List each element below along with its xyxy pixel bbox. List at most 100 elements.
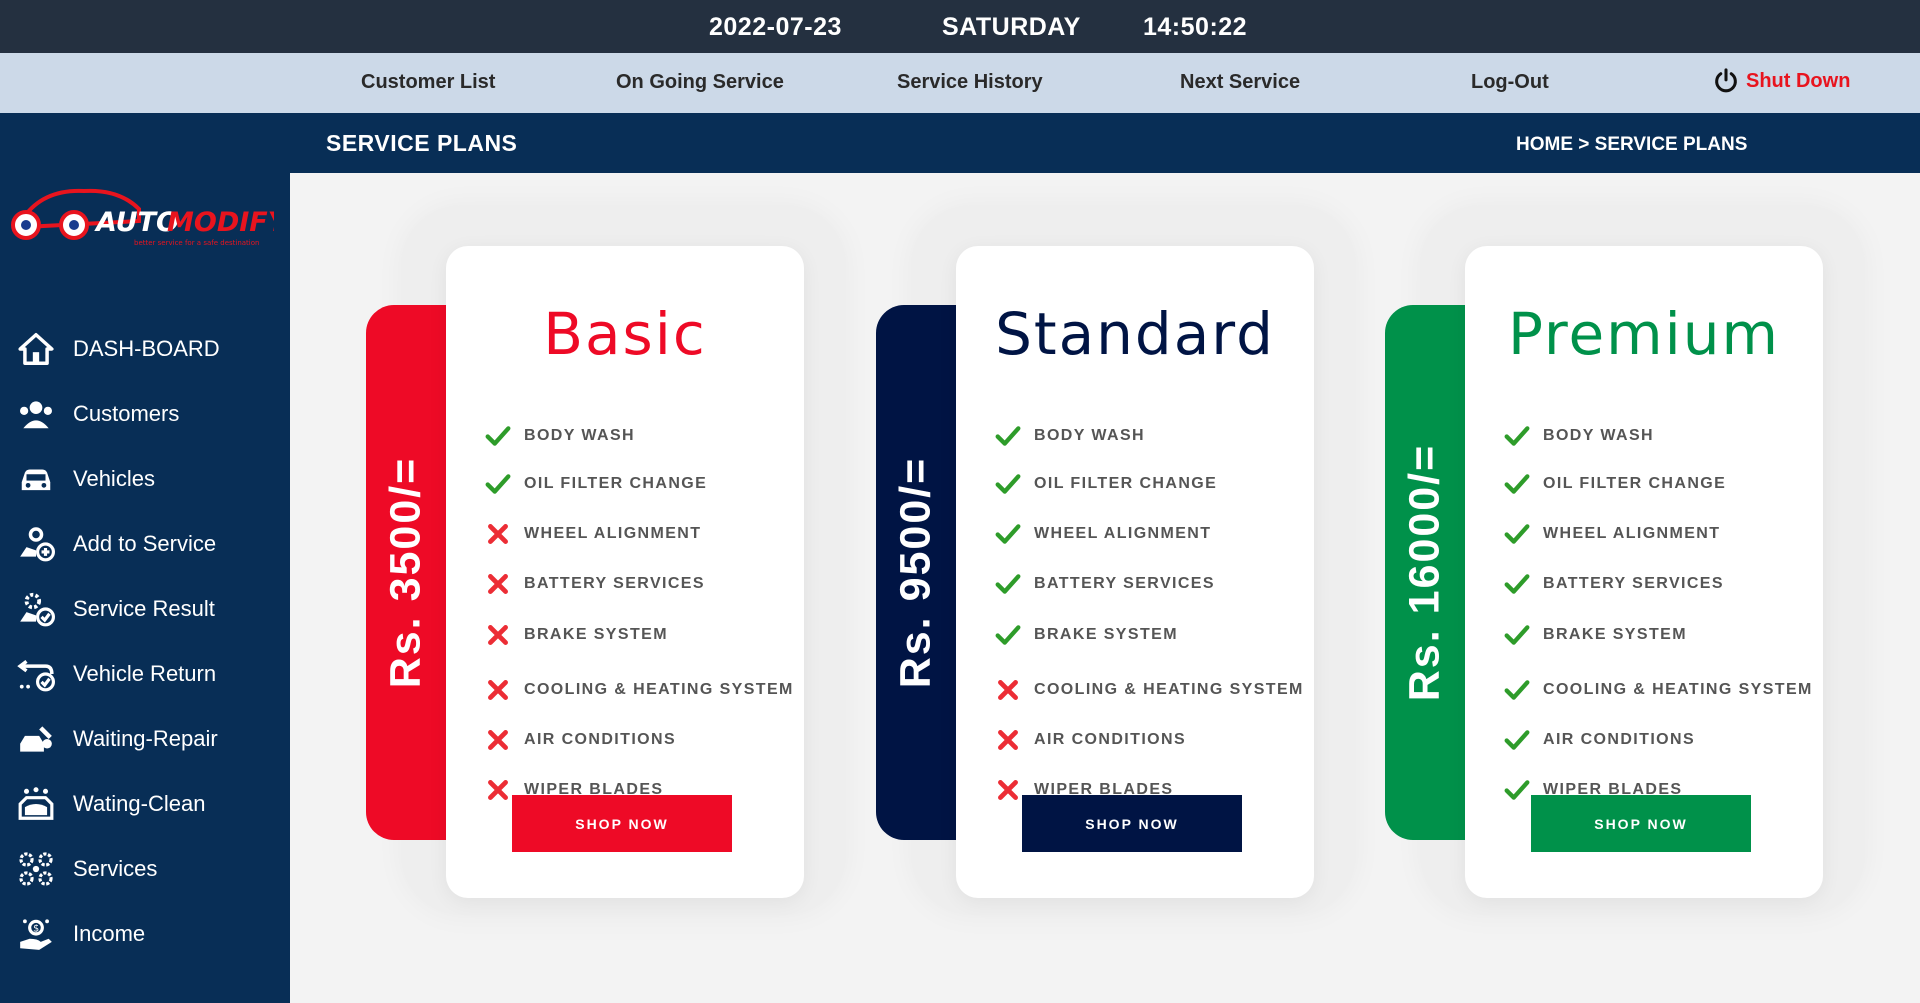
check-icon — [1503, 470, 1531, 498]
sidebar-item-wating-clean[interactable]: Wating-Clean — [16, 782, 205, 826]
plan-price: Rs. 16000/= — [1385, 305, 1465, 840]
check-icon — [994, 520, 1022, 548]
logo-text-modify: MODIFY — [167, 207, 274, 238]
shutdown-label: Shut Down — [1746, 69, 1851, 92]
feature-item: WHEEL ALIGNMENT — [484, 520, 701, 548]
check-icon — [1503, 570, 1531, 598]
feature-label: WHEEL ALIGNMENT — [1543, 525, 1721, 542]
service-result-icon — [16, 589, 56, 629]
plan-name: Standard — [995, 300, 1275, 368]
feature-label: WHEEL ALIGNMENT — [1034, 525, 1212, 542]
sidebar-item-services[interactable]: Services — [16, 847, 157, 891]
sidebar-item-waiting-repair[interactable]: Waiting-Repair — [16, 717, 218, 761]
feature-label: AIR CONDITIONS — [1034, 731, 1187, 748]
plan-price-label: Rs. 16000/= — [1400, 443, 1449, 702]
feature-item: BRAKE SYSTEM — [484, 621, 668, 649]
automodify-logo: AUTO MODIFY better service for a safe de… — [4, 179, 290, 259]
current-time: 14:50:22 — [1143, 13, 1248, 41]
logo-tagline: better service for a safe destination — [134, 239, 259, 247]
feature-label: BODY WASH — [524, 427, 635, 444]
plan-name: Basic — [543, 300, 707, 368]
nav-logout[interactable]: Log-Out — [1471, 71, 1549, 94]
sidebar-item-label: Customers — [73, 401, 180, 426]
nav-next-service[interactable]: Next Service — [1180, 71, 1300, 94]
plan-standard: Rs. 9500/= Standard BODY WASH OIL FILTER CH… — [876, 205, 1356, 915]
feature-item: BRAKE SYSTEM — [994, 621, 1178, 649]
shutdown-button[interactable]: Shut Down — [1712, 67, 1850, 95]
feature-label: BRAKE SYSTEM — [1034, 626, 1178, 643]
feature-item: OIL FILTER CHANGE — [484, 470, 707, 498]
home-icon — [16, 329, 56, 369]
cross-icon — [484, 676, 512, 704]
feature-label: OIL FILTER CHANGE — [1034, 475, 1218, 492]
sidebar-item-dashboard[interactable]: DASH-BOARD — [16, 327, 220, 371]
check-icon — [1503, 676, 1531, 704]
sidebar-item-vehicles[interactable]: Vehicles — [16, 457, 155, 501]
plan-card: Basic BODY WASH OIL FILTER CHANGE WHEEL ALI… — [446, 246, 804, 898]
feature-label: OIL FILTER CHANGE — [524, 475, 708, 492]
current-day: SATURDAY — [942, 13, 1081, 41]
check-icon — [1503, 520, 1531, 548]
check-icon — [1503, 621, 1531, 649]
feature-item: AIR CONDITIONS — [484, 726, 676, 754]
services-icon — [16, 849, 56, 889]
cross-icon — [994, 776, 1022, 804]
clean-icon — [16, 784, 56, 824]
feature-item: BRAKE SYSTEM — [1503, 621, 1687, 649]
repair-icon — [16, 719, 56, 759]
sidebar-item-label: Vehicles — [73, 466, 155, 491]
check-icon — [484, 470, 512, 498]
cross-icon — [484, 570, 512, 598]
nav-service-history[interactable]: Service History — [897, 71, 1043, 94]
feature-item: COOLING & HEATING SYSTEM — [484, 676, 794, 704]
sidebar-item-vehicle-return[interactable]: Vehicle Return — [16, 652, 216, 696]
feature-item: WHEEL ALIGNMENT — [1503, 520, 1720, 548]
plan-basic: Rs. 3500/= Basic BODY WASH OIL FILTER CHANG… — [366, 205, 846, 915]
check-icon — [994, 470, 1022, 498]
breadcrumb: HOME > SERVICE PLANS — [1516, 134, 1748, 155]
feature-label: BATTERY SERVICES — [524, 575, 705, 592]
shop-now-button[interactable]: SHOP NOW — [1531, 795, 1751, 852]
feature-item: COOLING & HEATING SYSTEM — [1503, 676, 1813, 704]
sidebar-item-customers[interactable]: Customers — [16, 392, 179, 436]
car-icon — [16, 459, 56, 499]
return-icon — [16, 654, 56, 694]
shop-now-button[interactable]: SHOP NOW — [512, 795, 732, 852]
feature-label: BODY WASH — [1543, 427, 1654, 444]
feature-label: AIR CONDITIONS — [1543, 731, 1696, 748]
sidebar-item-add-to-service[interactable]: Add to Service — [16, 522, 216, 566]
sidebar: AUTO MODIFY better service for a safe de… — [0, 113, 290, 1003]
nav-customer-list[interactable]: Customer List — [361, 71, 495, 94]
feature-item: OIL FILTER CHANGE — [1503, 470, 1726, 498]
feature-item: AIR CONDITIONS — [1503, 726, 1695, 754]
feature-label: WHEEL ALIGNMENT — [524, 525, 702, 542]
nav-ongoing-service[interactable]: On Going Service — [616, 71, 784, 94]
current-date: 2022-07-23 — [709, 13, 842, 41]
sidebar-item-label: Wating-Clean — [73, 791, 206, 816]
check-icon — [1503, 776, 1531, 804]
plan-premium: Rs. 16000/= Premium BODY WASH OIL FILTER CH… — [1385, 205, 1865, 915]
feature-label: OIL FILTER CHANGE — [1543, 475, 1727, 492]
feature-item: AIR CONDITIONS — [994, 726, 1186, 754]
feature-label: COOLING & HEATING SYSTEM — [1034, 681, 1304, 698]
page-header: SERVICE PLANS HOME > SERVICE PLANS — [290, 113, 1920, 173]
sidebar-item-label: Add to Service — [73, 531, 217, 556]
cross-icon — [484, 520, 512, 548]
sidebar-item-label: Income — [73, 921, 146, 946]
feature-item: OIL FILTER CHANGE — [994, 470, 1217, 498]
sidebar-item-income[interactable]: $ Income — [16, 912, 145, 956]
feature-item: BATTERY SERVICES — [484, 570, 705, 598]
feature-label: BODY WASH — [1034, 427, 1145, 444]
plan-price-label: Rs. 3500/= — [381, 456, 430, 689]
sidebar-item-service-result[interactable]: Service Result — [16, 587, 215, 631]
sidebar-item-label: Vehicle Return — [73, 661, 217, 686]
sidebar-item-label: Services — [73, 856, 158, 881]
sidebar-item-label: DASH-BOARD — [73, 336, 220, 361]
check-icon — [994, 570, 1022, 598]
cross-icon — [484, 776, 512, 804]
shop-now-button[interactable]: SHOP NOW — [1022, 795, 1242, 852]
feature-item: BODY WASH — [484, 422, 635, 450]
page-title: SERVICE PLANS — [326, 130, 518, 156]
feature-label: BATTERY SERVICES — [1543, 575, 1724, 592]
cross-icon — [484, 621, 512, 649]
